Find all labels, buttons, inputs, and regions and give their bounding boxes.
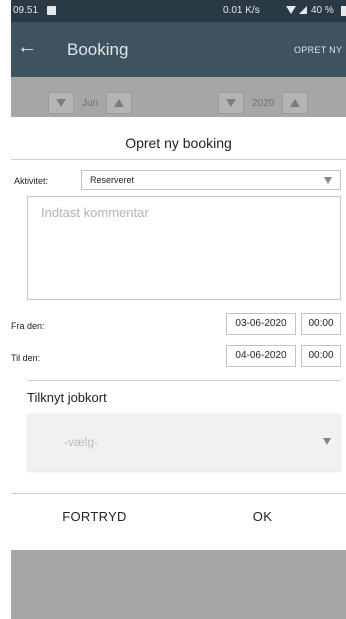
dropdown-caret-icon — [324, 177, 332, 184]
jobcard-value: -vælg- — [64, 435, 99, 449]
battery-icon — [341, 6, 346, 16]
from-date-field[interactable]: 03-06-2020 — [226, 313, 296, 335]
chevron-down-icon — [226, 99, 236, 107]
page-title: Booking — [67, 40, 129, 59]
from-label: Fra den: — [11, 321, 45, 331]
month-picker: Jun — [48, 91, 133, 115]
status-time: 09.51 — [13, 5, 39, 16]
dropdown-caret-icon — [323, 438, 331, 445]
to-date-field[interactable]: 04-06-2020 — [226, 345, 296, 367]
cell-signal-icon — [299, 6, 307, 14]
ok-button[interactable]: OK — [179, 494, 346, 539]
divider — [27, 380, 341, 381]
activity-label: Aktivitet: — [14, 176, 49, 186]
create-booking-dialog: Opret ny booking Aktivitet: Reserveret F… — [11, 117, 346, 550]
divider — [11, 159, 346, 160]
network-speed: 0.01 K/s — [223, 5, 260, 16]
month-value: Jun — [82, 97, 99, 109]
app-bar: ← Booking OPRET NY — [11, 22, 346, 77]
screen: 09.51 0.01 K/s 40 % ← Booking OPRET NY J… — [11, 0, 346, 619]
to-time-field[interactable]: 00:00 — [301, 345, 341, 367]
create-new-action[interactable]: OPRET NY — [294, 45, 342, 55]
status-bar: 09.51 0.01 K/s 40 % — [11, 0, 346, 22]
chevron-up-icon — [114, 99, 125, 107]
back-arrow-icon[interactable]: ← — [17, 36, 37, 59]
activity-value: Reserveret — [90, 175, 135, 185]
battery-percent: 40 % — [311, 5, 334, 16]
year-next-button[interactable] — [282, 92, 309, 114]
jobcard-label: Tilknyt jobkort — [27, 390, 107, 405]
month-prev-button[interactable] — [48, 92, 74, 114]
from-time-field[interactable]: 00:00 — [301, 313, 341, 335]
chevron-down-icon — [56, 99, 66, 107]
dialog-title: Opret ny booking — [125, 135, 232, 151]
notification-icon — [47, 6, 56, 15]
to-label: Til den: — [11, 353, 41, 363]
comment-input[interactable] — [27, 196, 341, 300]
cancel-button[interactable]: FORTRYD — [11, 494, 178, 539]
jobcard-select[interactable]: -vælg- — [27, 413, 341, 471]
chevron-up-icon — [290, 99, 301, 107]
year-picker: 2020 — [218, 91, 309, 115]
wifi-icon — [286, 6, 296, 14]
year-prev-button[interactable] — [218, 92, 244, 114]
activity-select[interactable]: Reserveret — [81, 170, 341, 190]
year-value: 2020 — [252, 97, 275, 109]
month-next-button[interactable] — [106, 92, 133, 114]
